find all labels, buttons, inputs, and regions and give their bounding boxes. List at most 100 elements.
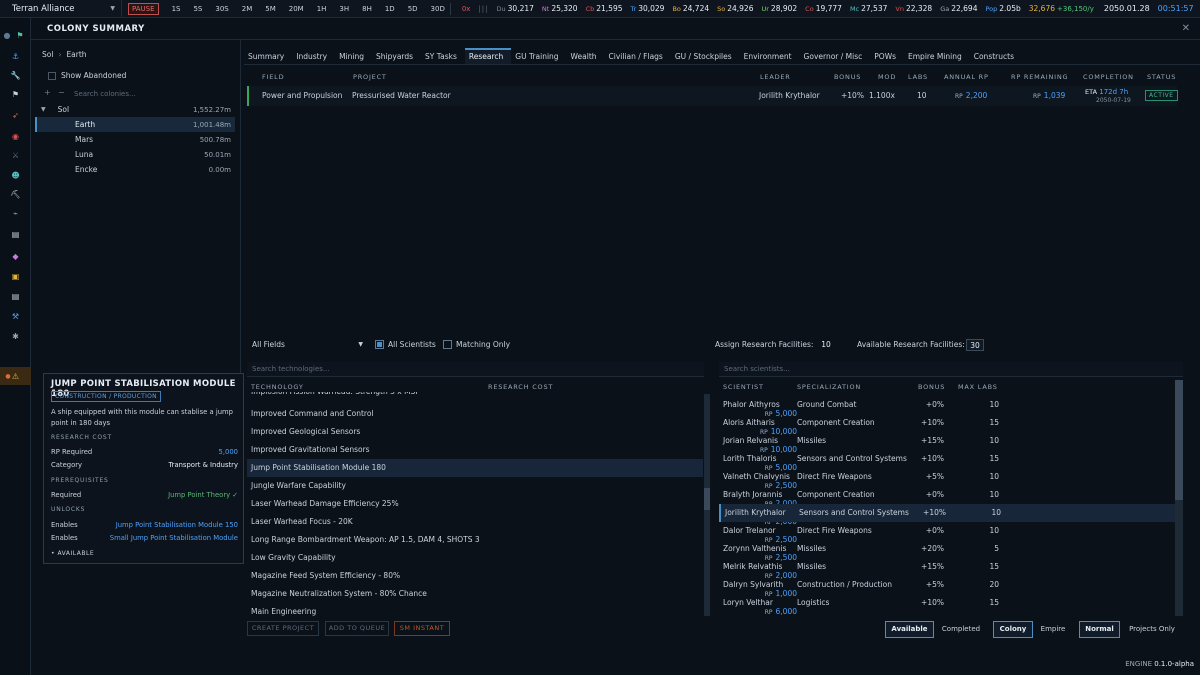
speed-button[interactable]: 1S [172,5,181,13]
available-filter-button[interactable]: Available [885,621,934,638]
colony-search-input[interactable]: Search colonies... [69,87,231,102]
colony-row[interactable]: Luna 50.01m [35,147,235,162]
tab-pows[interactable]: POWs [870,48,904,64]
tech-row[interactable]: Main Engineering RP 6,000 [247,603,797,621]
colony-row[interactable]: Earth 1,001.48m [35,117,235,132]
flag-icon[interactable]: ⚑ [10,26,30,44]
close-icon[interactable]: ✕ [1182,23,1190,34]
tech-row[interactable]: Improved Geological Sensors RP 10,000 [247,423,797,441]
scientist-row[interactable]: Jorian Relvanis Missiles +15% 10 [719,432,1175,450]
speed-button[interactable]: 20M [289,5,304,13]
gear-icon[interactable]: ✱ [0,327,31,345]
tab-mining[interactable]: Mining [335,48,372,64]
tab-wealth[interactable]: Wealth [567,48,605,64]
pause-button[interactable]: PAUSE [128,2,159,15]
add-to-queue-button[interactable]: ADD TO QUEUE [325,621,389,636]
speed-button[interactable]: 3H [339,5,349,13]
speed-button[interactable]: 2M [242,5,253,13]
required-value[interactable]: Jump Point Theory ✓ [168,491,238,499]
tools-icon[interactable]: ⚒ [0,307,31,325]
person-icon[interactable]: ☻ [0,166,31,184]
tab-governor-misc[interactable]: Governor / Misc [800,48,871,64]
speed-button[interactable]: 5M [265,5,276,13]
tech-row[interactable]: Laser Warhead Focus - 20KRP2,000 [247,513,797,531]
enables-link[interactable]: Jump Point Stabilisation Module 150 [116,521,238,529]
tech-row[interactable]: Jump Point Stabilisation Module 180 RP 5,0… [247,459,797,477]
radio-on[interactable] [375,340,384,349]
tech-row[interactable]: Improved Command and Control RP 5,000 [247,405,797,423]
create-project-button[interactable]: CREATE PROJECT [247,621,319,636]
add-icon[interactable]: + [44,88,51,97]
scientist-row[interactable]: Dalryn Sylvarith Construction / Productio… [719,576,1175,594]
scientist-row[interactable]: Lorith Thaloris Sensors and Control Syste… [719,450,1175,468]
scientist-row[interactable]: Aloris Aitharis Component Creation +10% 15 [719,414,1175,432]
tech-row[interactable]: Magazine Feed System Efficiency - 80% RP 2… [247,567,797,585]
tech-row[interactable]: Long Range Bombardment Weapon: AP 1.5, D… [247,531,797,549]
projects-only-button[interactable]: Projects Only [1121,621,1183,638]
completed-filter-button[interactable]: Completed [935,621,987,638]
sm-instant-button[interactable]: SM INSTANT [394,621,450,636]
scientist-row[interactable]: Dalor Trelanor Direct Fire Weapons +0% 10 [719,522,1175,540]
tab-summary[interactable]: Summary [244,48,292,64]
flag-small-icon[interactable]: ⚑ [0,85,31,103]
speed-button[interactable]: 1H [317,5,327,13]
clipboard-2-icon[interactable]: ▤ [0,287,31,305]
scientist-scrollbar[interactable] [1175,380,1183,616]
tag-icon[interactable]: ◆ [0,247,31,265]
tab-shipyards[interactable]: Shipyards [372,48,421,64]
pickaxe-icon[interactable]: ⛏ [0,185,31,203]
scientist-row[interactable]: Zorynn Valthenis Missiles +20% 5 [719,540,1175,558]
assign-facilities-input[interactable]: 10 [817,339,835,351]
colony-row[interactable]: Encke 0.00m [35,162,235,177]
radio-off[interactable] [443,340,452,349]
scientist-row[interactable]: Phalor Aithyros Ground Combat +0% 10 [719,396,1175,414]
all-scientists-toggle[interactable]: All Scientists [375,340,436,349]
empire-selector[interactable]: Terran Alliance ▼ [0,0,122,17]
tech-search-input[interactable]: Search technologies... [247,362,704,377]
checkbox[interactable] [48,71,56,80]
enables-link[interactable]: Small Jump Point Stabilisation Module [110,534,238,542]
tech-row[interactable]: Laser Warhead Damage Efficiency 25%RP2,0… [247,495,797,513]
scientist-row[interactable]: Melrik Relvathis Missiles +15% 15 [719,558,1175,576]
crossed-swords-icon[interactable]: ⚔ [0,146,31,164]
tech-row[interactable]: Low Gravity Capability RP 2,500 [247,549,797,567]
remove-icon[interactable]: − [58,88,65,97]
tech-row[interactable]: Improved Gravitational Sensors RP 10,000 [247,441,797,459]
speed-button[interactable]: 1D [385,5,395,13]
tech-row[interactable]: Jungle Warfare Capability RP 2,500 [247,477,797,495]
clipboard-icon[interactable]: ▤ [0,225,31,243]
wrench-icon[interactable]: 🔧 [0,66,31,84]
target-icon[interactable]: ◉ [0,127,31,145]
telescope-icon[interactable]: ⌁ [0,204,31,222]
field-dropdown[interactable]: All Fields ▼ [247,338,367,352]
scientist-row[interactable]: Jorilith Krythalor Sensors and Control Sy… [719,504,1175,522]
speed-button[interactable]: 8H [362,5,372,13]
speed-button[interactable]: 5S [193,5,202,13]
tab-civilian-flags[interactable]: Civilian / Flags [605,48,671,64]
breadcrumb-system[interactable]: Sol [42,50,53,59]
normal-view-button[interactable]: Normal [1079,621,1120,638]
empire-scope-button[interactable]: Empire [1034,621,1072,638]
breadcrumb-body[interactable]: Earth [66,50,86,59]
rocket-icon[interactable]: ➶ [0,106,31,124]
scientist-row[interactable]: Valneth Chalvynis Direct Fire Weapons +5% 1… [719,468,1175,486]
show-abandoned-toggle[interactable]: Show Abandoned [48,71,126,80]
colony-scope-button[interactable]: Colony [993,621,1033,638]
tab-environment[interactable]: Environment [740,48,800,64]
tech-scrollbar[interactable] [704,394,710,616]
tab-empire-mining[interactable]: Empire Mining [904,48,970,64]
tab-sy-tasks[interactable]: SY Tasks [421,48,465,64]
tech-row[interactable]: Magazine Neutralization System - 80% Cha… [247,585,797,603]
scroll-thumb[interactable] [1175,380,1183,500]
scroll-thumb[interactable] [704,488,710,510]
scientist-row[interactable]: Loryn Velthar Logistics +10% 15 [719,594,1175,612]
tab-research[interactable]: Research [464,48,512,64]
colony-row[interactable]: Mars 500.78m [35,132,235,147]
project-row[interactable]: Power and Propulsion Pressurised Water R… [247,86,1178,106]
tab-gu-stockpiles[interactable]: GU / Stockpiles [671,48,740,64]
scientist-search-input[interactable]: Search scientists... [719,362,1183,377]
tree-row-system[interactable]: ▼ Sol 1,552.27m [35,102,235,117]
speed-button[interactable]: 5D [408,5,418,13]
tab-constructs[interactable]: Constructs [970,48,1022,64]
matching-only-toggle[interactable]: Matching Only [443,340,510,349]
